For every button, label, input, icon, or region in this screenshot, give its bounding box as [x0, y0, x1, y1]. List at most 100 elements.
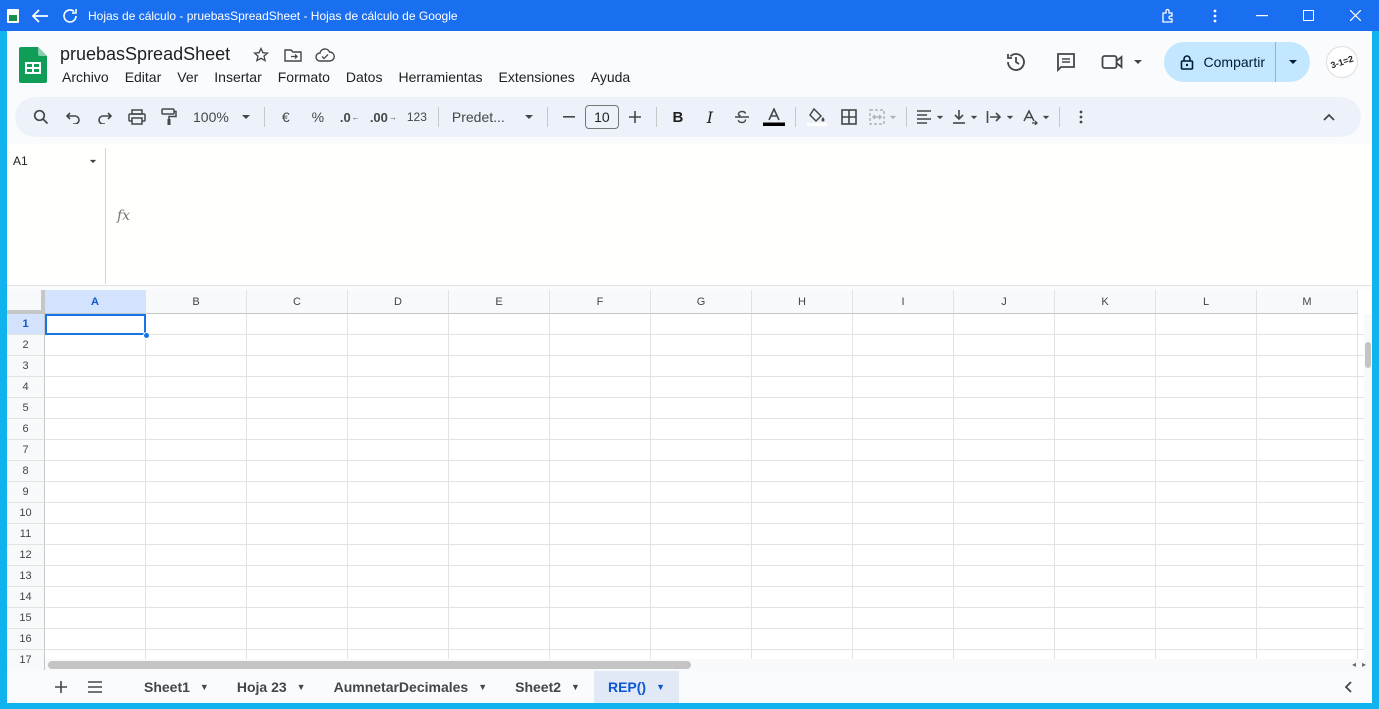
row-header-2[interactable]: 2	[7, 335, 45, 356]
fill-color-icon[interactable]	[803, 103, 831, 131]
more-options-icon[interactable]	[1067, 103, 1095, 131]
row-header-11[interactable]: 11	[7, 524, 45, 545]
horizontal-scrollbar[interactable]: ◂ ▸	[45, 659, 1372, 671]
increase-font-size-button[interactable]	[621, 103, 649, 131]
extensions-icon[interactable]	[1144, 0, 1191, 31]
menu-extensiones[interactable]: Extensiones	[490, 69, 582, 85]
column-header-m[interactable]: M	[1257, 290, 1358, 314]
row-header-13[interactable]: 13	[7, 566, 45, 587]
column-header-k[interactable]: K	[1055, 290, 1156, 314]
decrease-font-size-button[interactable]	[555, 103, 583, 131]
row-header-15[interactable]: 15	[7, 608, 45, 629]
column-header-c[interactable]: C	[247, 290, 348, 314]
menu-archivo[interactable]: Archivo	[54, 69, 117, 85]
column-header-f[interactable]: F	[550, 290, 651, 314]
text-rotation-icon[interactable]	[1020, 103, 1052, 131]
italic-button[interactable]: I	[696, 103, 724, 131]
horizontal-align-icon[interactable]	[914, 103, 946, 131]
row-header-1[interactable]: 1	[7, 314, 45, 335]
menu-herramientas[interactable]: Herramientas	[390, 69, 490, 85]
row-header-14[interactable]: 14	[7, 587, 45, 608]
fill-handle[interactable]	[143, 332, 150, 339]
menu-formato[interactable]: Formato	[270, 69, 338, 85]
font-select[interactable]: Predet...	[446, 103, 540, 131]
decrease-decimal-button[interactable]: .0 ←	[336, 103, 364, 131]
share-dropdown[interactable]	[1276, 59, 1310, 65]
menu-ayuda[interactable]: Ayuda	[583, 69, 638, 85]
meet-button[interactable]	[1096, 53, 1148, 71]
more-formats-button[interactable]: 123	[403, 103, 431, 131]
column-header-g[interactable]: G	[651, 290, 752, 314]
more-vert-icon[interactable]	[1191, 0, 1238, 31]
vertical-scroll-thumb[interactable]	[1365, 342, 1371, 368]
search-menus-icon[interactable]	[27, 103, 55, 131]
row-header-9[interactable]: 9	[7, 482, 45, 503]
horizontal-scroll-thumb[interactable]	[48, 661, 691, 669]
scroll-right-arrow-icon[interactable]: ▸	[1362, 660, 1366, 669]
column-header-a[interactable]: A	[45, 290, 146, 314]
chevron-down-icon[interactable]: ▼	[297, 682, 306, 692]
row-header-8[interactable]: 8	[7, 461, 45, 482]
currency-format-button[interactable]: €	[272, 103, 300, 131]
back-arrow-icon[interactable]	[30, 6, 50, 26]
chevron-down-icon[interactable]: ▼	[656, 682, 665, 692]
row-header-3[interactable]: 3	[7, 356, 45, 377]
print-icon[interactable]	[123, 103, 151, 131]
version-history-icon[interactable]	[996, 42, 1036, 82]
select-all-corner[interactable]	[7, 290, 45, 314]
menu-insertar[interactable]: Insertar	[206, 69, 269, 85]
bold-button[interactable]: B	[664, 103, 692, 131]
vertical-scrollbar[interactable]	[1364, 314, 1372, 670]
redo-icon[interactable]	[91, 103, 119, 131]
spreadsheet-grid[interactable]: ABCDEFGHIJKLM 1 2 3 4 5 6 7 8 9 10 11 12 13 14 15 16 17	[7, 290, 1372, 670]
column-header-h[interactable]: H	[752, 290, 853, 314]
active-cell-a1[interactable]	[45, 314, 146, 335]
sheet-tab[interactable]: Sheet1 ▼	[130, 671, 223, 703]
zoom-select[interactable]: 100%	[187, 103, 257, 131]
chevron-down-icon[interactable]: ▼	[478, 682, 487, 692]
move-folder-icon[interactable]	[282, 45, 304, 65]
row-header-12[interactable]: 12	[7, 545, 45, 566]
sheet-tab[interactable]: AumnetarDecimales ▼	[320, 671, 502, 703]
reload-icon[interactable]	[60, 6, 80, 26]
text-color-icon[interactable]	[760, 103, 788, 131]
maximize-icon[interactable]	[1285, 0, 1332, 31]
chevron-left-icon[interactable]	[1338, 677, 1358, 697]
vertical-align-icon[interactable]	[950, 103, 980, 131]
column-header-i[interactable]: I	[853, 290, 954, 314]
cloud-saved-icon[interactable]	[314, 45, 336, 65]
sheet-tab[interactable]: Hoja 23 ▼	[223, 671, 320, 703]
increase-decimal-button[interactable]: .00 →	[368, 103, 399, 131]
column-header-d[interactable]: D	[348, 290, 449, 314]
column-header-e[interactable]: E	[449, 290, 550, 314]
column-header-l[interactable]: L	[1156, 290, 1257, 314]
merge-cells-icon[interactable]	[867, 103, 899, 131]
avatar[interactable]: 3-1=2	[1321, 41, 1363, 83]
comments-icon[interactable]	[1046, 42, 1086, 82]
share-button[interactable]: Compartir	[1164, 42, 1276, 82]
close-icon[interactable]	[1332, 0, 1379, 31]
sheet-tab[interactable]: REP() ▼	[593, 671, 680, 703]
chevron-down-icon[interactable]: ▼	[571, 682, 580, 692]
row-header-17[interactable]: 17	[7, 650, 45, 670]
sheet-tab[interactable]: Sheet2 ▼	[501, 671, 594, 703]
menu-ver[interactable]: Ver	[169, 69, 206, 85]
document-title[interactable]: pruebasSpreadSheet	[60, 44, 230, 65]
text-wrapping-icon[interactable]	[984, 103, 1016, 131]
chevron-down-icon[interactable]: ▼	[200, 682, 209, 692]
percent-format-button[interactable]: %	[304, 103, 332, 131]
strikethrough-icon[interactable]	[728, 103, 756, 131]
star-icon[interactable]	[250, 45, 272, 65]
all-sheets-menu-icon[interactable]	[78, 672, 112, 702]
name-box[interactable]: A1	[13, 152, 97, 170]
undo-icon[interactable]	[59, 103, 87, 131]
paint-format-icon[interactable]	[155, 103, 183, 131]
row-header-4[interactable]: 4	[7, 377, 45, 398]
row-header-5[interactable]: 5	[7, 398, 45, 419]
row-header-6[interactable]: 6	[7, 419, 45, 440]
row-header-7[interactable]: 7	[7, 440, 45, 461]
column-header-b[interactable]: B	[146, 290, 247, 314]
row-header-16[interactable]: 16	[7, 629, 45, 650]
menu-editar[interactable]: Editar	[117, 69, 170, 85]
menu-datos[interactable]: Datos	[338, 69, 391, 85]
